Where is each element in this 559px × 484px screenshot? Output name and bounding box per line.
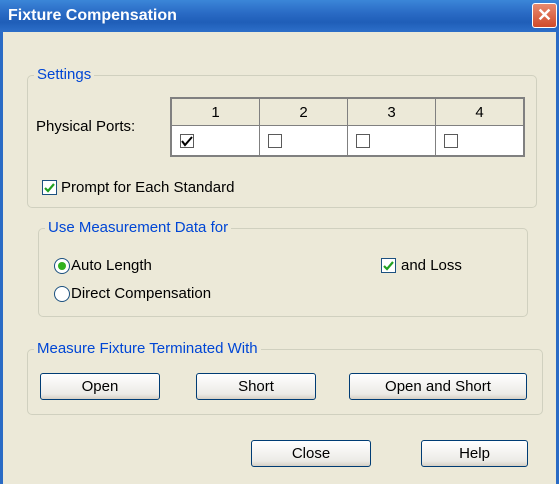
port-cell-2[interactable] (259, 125, 348, 157)
and-loss-checkbox[interactable] (381, 258, 396, 273)
port-cell-1[interactable] (170, 125, 260, 157)
check-icon (181, 136, 193, 147)
and-loss-label: and Loss (401, 257, 462, 274)
prompt-each-standard-checkbox[interactable] (42, 180, 57, 195)
radio-selected-dot (58, 262, 66, 270)
auto-length-label: Auto Length (71, 257, 152, 274)
direct-compensation-label: Direct Compensation (71, 285, 212, 302)
help-button[interactable]: Help (421, 440, 528, 467)
physical-ports-grid: 1 2 3 4 (170, 97, 525, 157)
auto-length-radio[interactable] (54, 258, 70, 274)
physical-ports-label: Physical Ports: (36, 118, 136, 135)
port-1-checkbox[interactable] (180, 134, 194, 149)
settings-group-label: Settings (34, 66, 95, 83)
direct-compensation-radio[interactable] (54, 286, 70, 302)
measure-fixture-group-label: Measure Fixture Terminated With (34, 340, 261, 357)
check-icon (44, 183, 55, 193)
port-cell-3[interactable] (347, 125, 436, 157)
port-2-checkbox[interactable] (268, 134, 282, 149)
close-button[interactable]: Close (251, 440, 371, 467)
short-button[interactable]: Short (196, 373, 316, 400)
port-header-4: 4 (435, 97, 525, 127)
port-cell-4[interactable] (435, 125, 525, 157)
title-bar: Fixture Compensation ✕ (0, 0, 559, 32)
open-button[interactable]: Open (40, 373, 160, 400)
port-header-3: 3 (347, 97, 436, 127)
window-title: Fixture Compensation (8, 7, 177, 24)
port-3-checkbox[interactable] (356, 134, 370, 149)
open-and-short-button[interactable]: Open and Short (349, 373, 527, 400)
port-header-2: 2 (259, 97, 348, 127)
port-4-checkbox[interactable] (444, 134, 458, 149)
close-window-button[interactable]: ✕ (532, 3, 557, 28)
check-icon (383, 261, 394, 271)
port-header-1: 1 (170, 97, 260, 127)
prompt-each-standard-label: Prompt for Each Standard (61, 179, 235, 196)
measurement-data-group-label: Use Measurement Data for (45, 219, 232, 236)
